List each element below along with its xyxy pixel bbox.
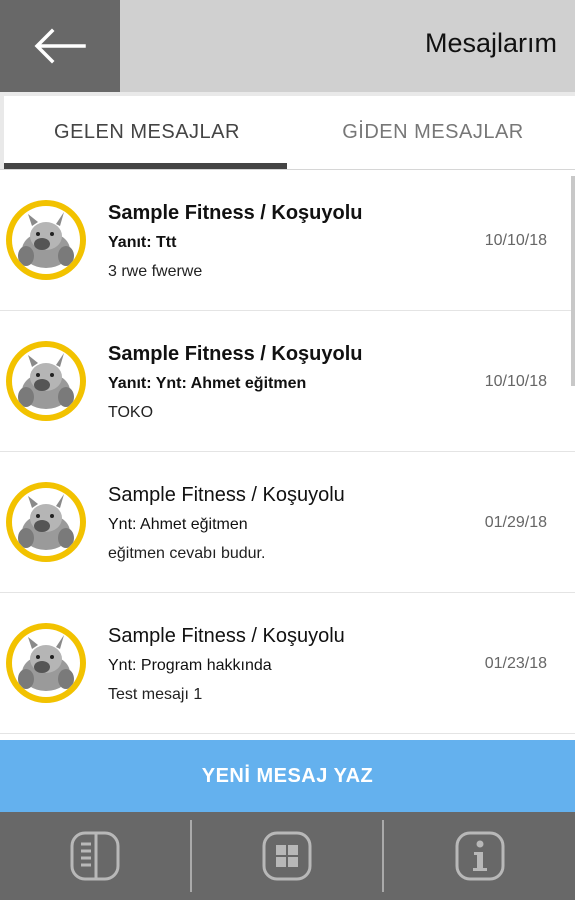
- message-date: 10/10/18: [484, 373, 547, 390]
- message-date: 01/29/18: [484, 514, 547, 531]
- message-body: TOKO: [108, 404, 154, 421]
- message-body: 3 rwe fwerwe: [108, 263, 203, 280]
- grid-icon: [262, 831, 312, 881]
- message-date: 01/23/18: [484, 655, 547, 672]
- avatar: [6, 623, 86, 703]
- list-panel-icon: [70, 831, 120, 881]
- message-sender: Sample Fitness / Koşuyolu: [108, 625, 345, 647]
- message-sender: Sample Fitness / Koşuyolu: [108, 484, 345, 506]
- rhino-mascot-icon: [18, 494, 74, 550]
- message-subject: Yanıt: Ttt: [108, 234, 177, 251]
- back-button[interactable]: [0, 0, 120, 92]
- nav-info-button[interactable]: [384, 812, 575, 900]
- message-sender: Sample Fitness / Koşuyolu: [108, 202, 363, 224]
- tab-outgoing[interactable]: GİDEN MESAJLAR: [290, 96, 575, 169]
- message-item[interactable]: Sample Fitness / Koşuyolu Ynt: Ahmet eği…: [0, 452, 575, 593]
- message-subject: Yanıt: Ynt: Ahmet eğitmen: [108, 375, 307, 392]
- message-body: Test mesajı 1: [108, 686, 203, 703]
- tab-incoming[interactable]: GELEN MESAJLAR: [4, 96, 290, 169]
- message-list: Sample Fitness / Koşuyolu Yanıt: Ttt 3 r…: [0, 170, 575, 740]
- page-title: Mesajlarım: [424, 28, 557, 58]
- rhino-mascot-icon: [18, 212, 74, 268]
- compose-message-button[interactable]: YENİ MESAJ YAZ: [0, 740, 575, 812]
- active-tab-indicator: [4, 163, 287, 169]
- rhino-mascot-icon: [18, 635, 74, 691]
- app-header: Mesajlarım: [0, 0, 575, 92]
- message-tabs: GELEN MESAJLAR GİDEN MESAJLAR: [0, 92, 575, 170]
- info-icon: [455, 831, 504, 881]
- message-sender: Sample Fitness / Koşuyolu: [108, 343, 363, 365]
- scrollbar[interactable]: [571, 176, 575, 386]
- message-item[interactable]: Sample Fitness / Koşuyolu Ynt: Program h…: [0, 593, 575, 734]
- nav-list-button[interactable]: [0, 812, 190, 900]
- tab-panel: GELEN MESAJLAR GİDEN MESAJLAR: [4, 96, 575, 169]
- bottom-nav: [0, 812, 575, 900]
- avatar: [6, 341, 86, 421]
- message-subject: Ynt: Ahmet eğitmen: [108, 516, 248, 533]
- message-item[interactable]: Sample Fitness / Koşuyolu Yanıt: Ttt 3 r…: [0, 170, 575, 311]
- message-subject: Ynt: Program hakkında: [108, 657, 272, 674]
- avatar: [6, 200, 86, 280]
- nav-grid-button[interactable]: [192, 812, 382, 900]
- message-body: eğitmen cevabı budur.: [108, 545, 266, 562]
- rhino-mascot-icon: [18, 353, 74, 409]
- avatar: [6, 482, 86, 562]
- arrow-left-icon: [34, 28, 86, 64]
- message-date: 10/10/18: [484, 232, 547, 249]
- message-item[interactable]: Sample Fitness / Koşuyolu Yanıt: Ynt: Ah…: [0, 311, 575, 452]
